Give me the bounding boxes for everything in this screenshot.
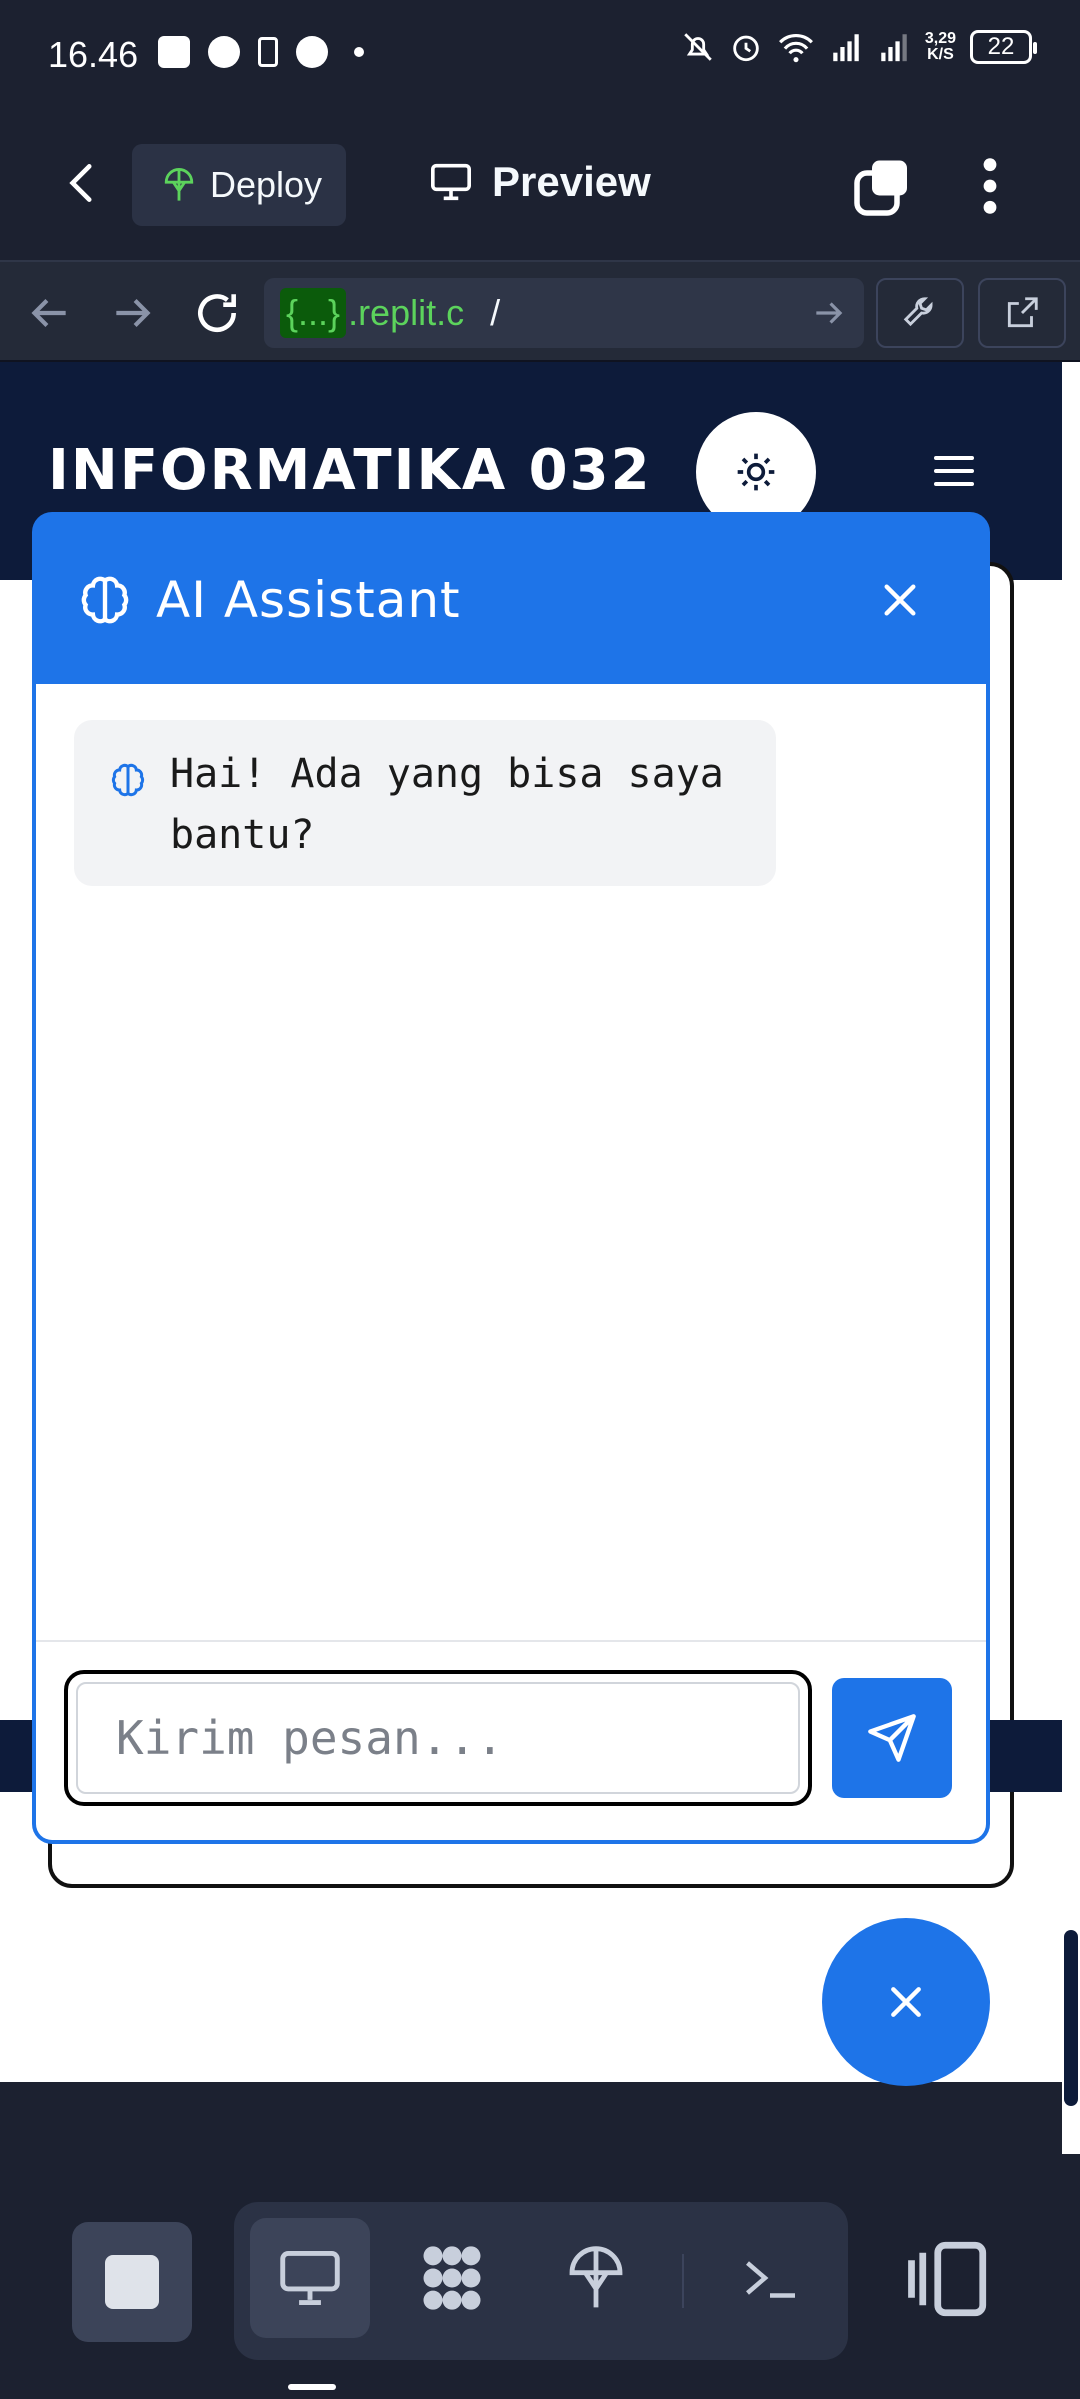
status-time: 16.46: [48, 34, 139, 75]
network-speed-unit: K/S: [927, 46, 954, 63]
preview-label: Preview: [492, 158, 651, 205]
back-button[interactable]: [58, 158, 108, 208]
deploy-label: Deploy: [210, 164, 323, 205]
shell-tool-button[interactable]: [710, 2218, 830, 2338]
url-chip: {...}: [280, 288, 347, 338]
url-bar[interactable]: {...} .replit.c /: [264, 278, 864, 348]
deploy-icon: [164, 168, 194, 201]
battery-indicator: 22: [970, 30, 1037, 64]
app-toolbar: Deploy Preview: [0, 108, 1080, 260]
facebook-icon: [296, 36, 328, 68]
chat-panel: AI Assistant Hai! Ada yang bisa saya ban…: [32, 512, 990, 1844]
agent-icon: [423, 2246, 481, 2310]
scrollbar-track[interactable]: [1062, 362, 1080, 2154]
chat-title: AI Assistant: [156, 571, 461, 629]
site-title: INFORMATIKA 032: [48, 438, 652, 503]
brain-icon: [111, 763, 145, 797]
url-go-icon[interactable]: [810, 294, 848, 332]
close-icon: [891, 1987, 921, 2017]
chat-header: AI Assistant: [36, 516, 986, 684]
message-text: Hai! Ada yang bisa saya bantu?: [170, 751, 724, 858]
stop-icon: [105, 2255, 159, 2309]
status-bar: 16.46 3,29 K/S 22: [0, 0, 1080, 108]
more-notifications-dot-icon: [354, 47, 364, 57]
url-host: .replit.c: [348, 292, 465, 333]
message-input-wrapper: [64, 1670, 812, 1806]
browser-bar: {...} .replit.c /: [0, 260, 1080, 362]
sun-icon: [737, 453, 775, 491]
tool-switcher: [234, 2202, 848, 2360]
chat-toggle-fab[interactable]: [822, 1918, 990, 2086]
signal-2-icon: [881, 34, 907, 62]
alarm-icon: [733, 35, 759, 62]
wallet-icon: [258, 37, 278, 67]
message-input[interactable]: [76, 1682, 800, 1794]
layout-toggle-button[interactable]: [904, 2234, 994, 2324]
silent-bell-icon: [684, 33, 712, 61]
chat-input-area: [36, 1642, 986, 1840]
deploy-tool-button[interactable]: [536, 2218, 656, 2338]
reload-button[interactable]: [192, 288, 242, 338]
wifi-icon: [778, 34, 813, 63]
terminal-icon: [746, 2261, 795, 2298]
deploy-icon: [569, 2246, 623, 2308]
external-link-icon: [1007, 297, 1038, 328]
more-options-button[interactable]: [970, 154, 1010, 218]
url-path: /: [490, 292, 501, 333]
notification-icons: [158, 36, 364, 68]
home-indicator: [288, 2384, 336, 2390]
tabs-switcher-button[interactable]: [852, 158, 912, 218]
network-speed-value: 3,29: [924, 30, 956, 47]
monitor-icon: [280, 2251, 340, 2305]
browser-forward-button[interactable]: [108, 288, 158, 338]
assistant-message: Hai! Ada yang bisa saya bantu?: [74, 720, 776, 886]
scrollbar-thumb[interactable]: [1064, 1930, 1078, 2106]
devtools-button[interactable]: [876, 278, 964, 348]
send-button[interactable]: [832, 1678, 952, 1798]
chat-messages: Hai! Ada yang bisa saya bantu?: [36, 684, 986, 1642]
deploy-button[interactable]: Deploy: [132, 144, 346, 226]
messenger-icon: [208, 36, 240, 68]
network-speed: 3,29 K/S: [925, 31, 956, 63]
wrench-icon: [903, 297, 933, 327]
preview-tab[interactable]: Preview: [428, 158, 651, 206]
send-icon: [868, 1714, 916, 1762]
monitor-icon: [431, 163, 471, 201]
stop-button[interactable]: [72, 2222, 192, 2342]
open-new-tab-button[interactable]: [978, 278, 1066, 348]
preview-tool-button[interactable]: [250, 2218, 370, 2338]
chat-close-button[interactable]: [880, 580, 920, 620]
divider: [682, 2254, 684, 2308]
brain-icon: [81, 576, 129, 624]
signal-icon: [833, 34, 859, 62]
browser-back-button[interactable]: [24, 288, 74, 338]
bottom-toolbar: [0, 2156, 1080, 2399]
agent-tool-button[interactable]: [392, 2218, 512, 2338]
system-icons: 3,29 K/S 22: [681, 30, 1037, 64]
menu-button[interactable]: [934, 456, 974, 486]
app-notification-icon: [158, 36, 190, 68]
